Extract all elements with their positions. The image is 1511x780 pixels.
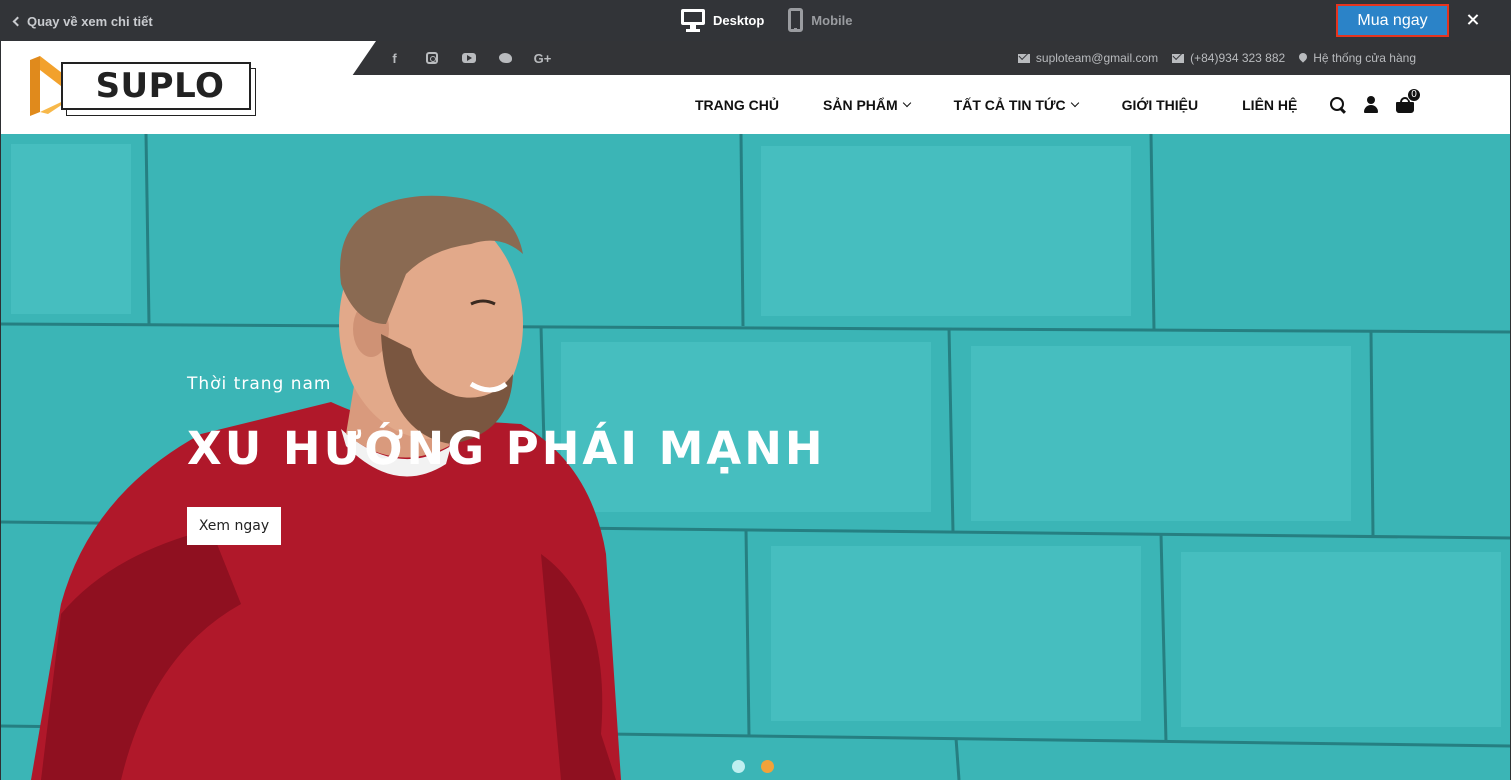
map-pin-icon (1297, 51, 1309, 63)
logo-wordmark: SUPLO (61, 62, 251, 110)
contact-info: suploteam@gmail.com (+84)934 323 882 Hệ … (1017, 41, 1416, 75)
email-contact[interactable]: suploteam@gmail.com (1017, 51, 1159, 65)
view-now-button[interactable]: Xem ngay (187, 507, 281, 545)
google-plus-icon[interactable]: G+ (524, 41, 561, 75)
preview-toolbar: Quay về xem chi tiết Desktop Mobile Mua … (0, 0, 1511, 41)
hero-subtitle: Thời trang nam (187, 374, 332, 394)
mobile-phone-icon (788, 8, 804, 32)
chevron-left-icon (12, 16, 23, 27)
buy-now-button[interactable]: Mua ngay (1336, 4, 1449, 37)
store-locator-link[interactable]: Hệ thống cửa hàng (1297, 51, 1416, 65)
phone-text: (+84)934 323 882 (1190, 51, 1286, 65)
slider-pagination (732, 760, 774, 773)
nav-item-label: GIỚI THIỆU (1121, 96, 1199, 113)
nav-item-home[interactable]: TRANG CHỦ (695, 97, 779, 113)
chevron-down-icon (902, 98, 911, 107)
nav-tools: 0 (1329, 75, 1421, 134)
instagram-icon[interactable] (413, 41, 450, 75)
social-links: f G+ (376, 41, 561, 75)
search-icon[interactable] (1329, 96, 1347, 114)
nav-item-contact[interactable]: LIÊN HỆ (1242, 97, 1297, 113)
logo-link[interactable]: SUPLO (1, 41, 376, 134)
site-preview: f G+ suploteam@gmail.com (+84)934 323 88… (1, 41, 1510, 780)
hero-title: XU HƯỚNG PHÁI MẠNH (187, 422, 826, 475)
phone-contact[interactable]: (+84)934 323 882 (1172, 51, 1285, 65)
back-link-label: Quay về xem chi tiết (27, 13, 153, 29)
envelope-icon (1017, 53, 1030, 63)
slider-dot-2-active[interactable] (761, 760, 774, 773)
cart-icon[interactable]: 0 (1395, 87, 1421, 114)
desktop-label: Desktop (713, 12, 765, 28)
email-text: suploteam@gmail.com (1035, 51, 1159, 65)
slider-dot-1[interactable] (732, 760, 745, 773)
mobile-label: Mobile (811, 12, 853, 28)
cart-count-badge: 0 (1407, 87, 1421, 102)
mobile-view-toggle[interactable]: Mobile (788, 8, 852, 32)
desktop-view-toggle[interactable]: Desktop (681, 8, 764, 32)
nav-item-about[interactable]: GIỚI THIỆU (1122, 97, 1199, 113)
logo-text: SUPLO (95, 66, 225, 106)
user-icon[interactable] (1363, 95, 1379, 114)
store-locator-text: Hệ thống cửa hàng (1313, 51, 1416, 65)
chevron-down-icon (1070, 98, 1079, 107)
main-menu: TRANG CHỦ SẢN PHẨM TẤT CẢ TIN TỨC GIỚI T… (695, 75, 1341, 134)
nav-item-products[interactable]: SẢN PHẨM (823, 96, 911, 113)
device-switcher: Desktop Mobile (681, 6, 852, 34)
nav-item-label: TRANG CHỦ (695, 96, 779, 113)
nav-item-news[interactable]: TẤT CẢ TIN TỨC (953, 96, 1079, 113)
nav-item-label: LIÊN HỆ (1242, 96, 1298, 113)
close-icon[interactable] (1462, 9, 1484, 31)
youtube-icon[interactable] (450, 41, 487, 75)
hero-slider: Thời trang nam XU HƯỚNG PHÁI MẠNH Xem ng… (1, 134, 1510, 780)
nav-item-label: SẢN PHẨM (823, 96, 898, 113)
facebook-icon[interactable]: f (376, 41, 413, 75)
envelope-icon (1172, 53, 1185, 63)
nav-item-label: TẤT CẢ TIN TỨC (953, 96, 1066, 113)
twitter-icon[interactable] (487, 41, 524, 75)
monitor-icon (681, 8, 705, 32)
back-to-details-link[interactable]: Quay về xem chi tiết (12, 12, 153, 30)
